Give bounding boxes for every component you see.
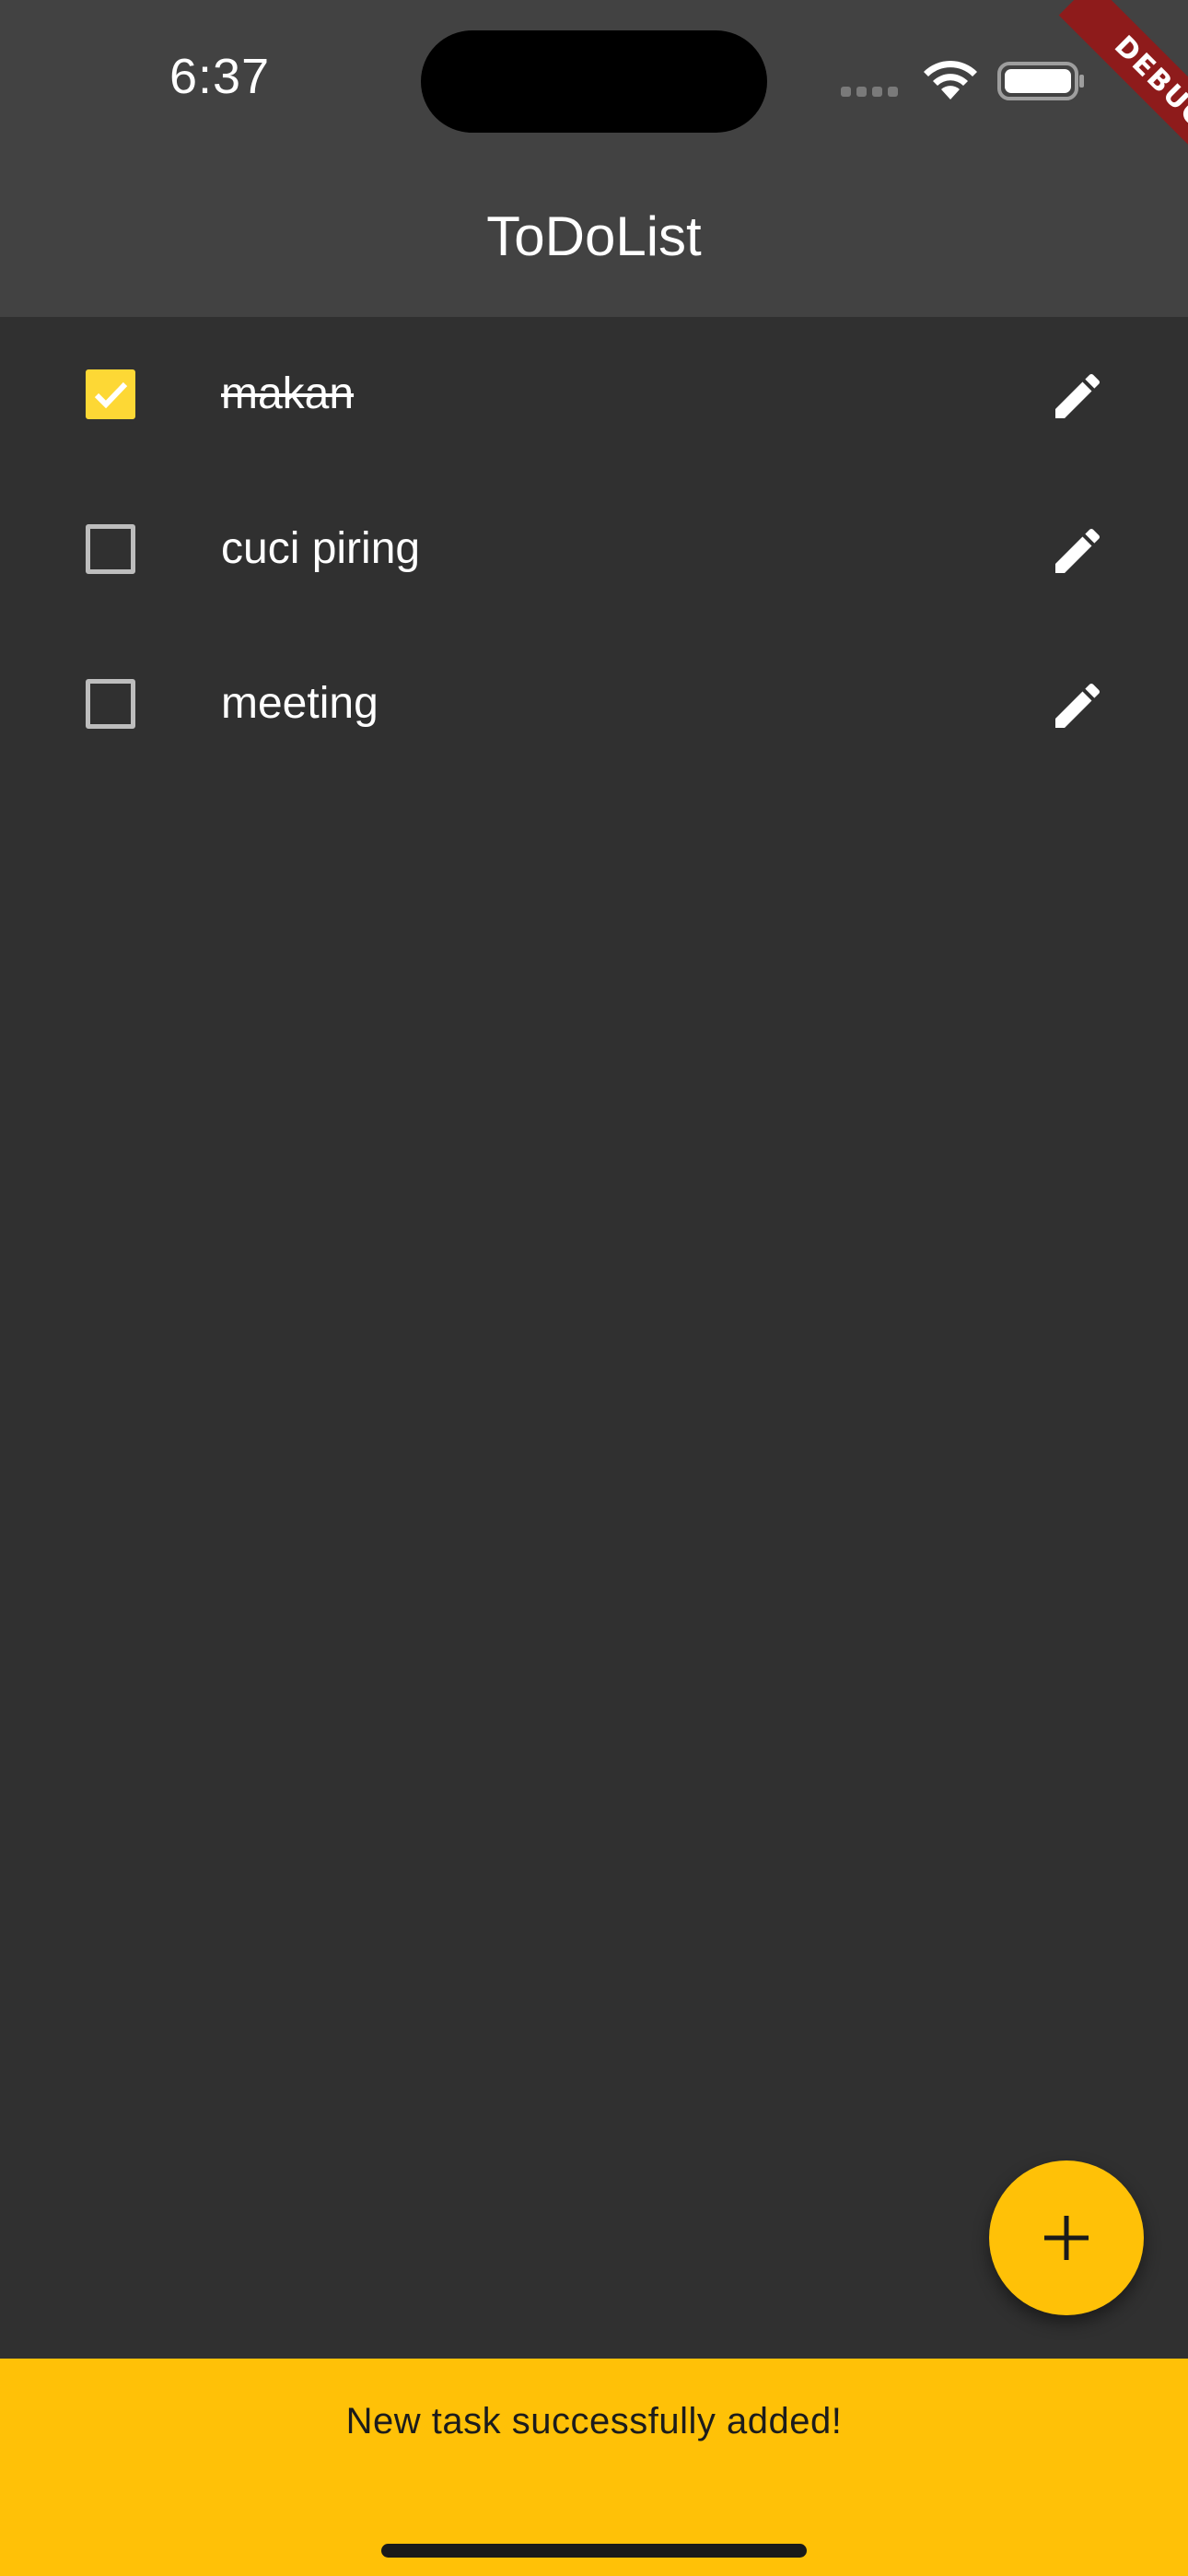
add-task-button[interactable] xyxy=(989,2160,1144,2315)
status-time: 6:37 xyxy=(169,49,271,104)
task-label: makan xyxy=(221,369,355,418)
pencil-icon[interactable] xyxy=(1048,521,1107,580)
cellular-signal-icon xyxy=(841,87,898,97)
snackbar-message: New task successfully added! xyxy=(345,2401,843,2441)
task-checkbox[interactable] xyxy=(86,524,135,574)
plus-icon xyxy=(1044,2216,1089,2260)
task-checkbox[interactable] xyxy=(86,679,135,729)
app-screen: 6:37 DEBUG ToDoList makan cuci piring me… xyxy=(0,0,1188,2576)
task-list: makan cuci piring meeting xyxy=(0,317,1188,781)
page-title: ToDoList xyxy=(486,205,702,267)
debug-label: DEBUG xyxy=(1058,0,1188,184)
list-item: cuci piring xyxy=(0,472,1188,626)
check-icon xyxy=(94,381,128,409)
header: 6:37 DEBUG ToDoList xyxy=(0,0,1188,317)
pencil-icon[interactable] xyxy=(1048,676,1107,735)
dynamic-island xyxy=(421,30,767,133)
task-label: meeting xyxy=(221,679,379,728)
home-indicator[interactable] xyxy=(381,2544,807,2558)
task-checkbox[interactable] xyxy=(86,369,135,419)
list-item: makan xyxy=(0,317,1188,472)
wifi-icon xyxy=(924,60,977,100)
pencil-icon[interactable] xyxy=(1048,367,1107,426)
list-item: meeting xyxy=(0,626,1188,781)
debug-banner: DEBUG xyxy=(1004,0,1188,184)
task-label: cuci piring xyxy=(221,524,421,573)
